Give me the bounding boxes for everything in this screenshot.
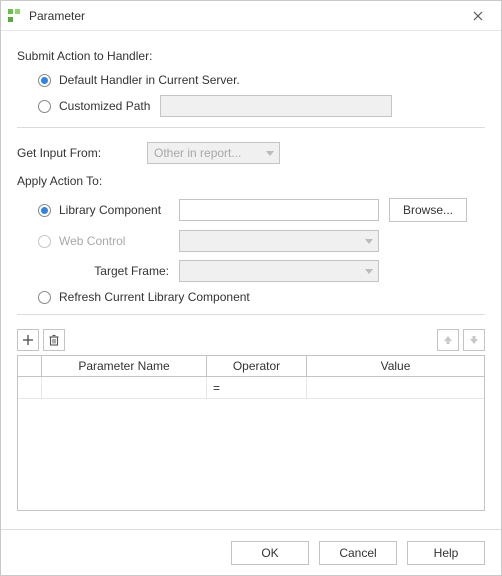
separator: [17, 314, 485, 315]
cell-operator[interactable]: =: [207, 377, 307, 398]
web-control-dropdown[interactable]: [179, 230, 379, 252]
library-component-label: Library Component: [59, 203, 179, 217]
get-input-from-value: Other in report...: [154, 146, 241, 160]
close-icon: [473, 11, 483, 21]
separator: [17, 127, 485, 128]
ok-button[interactable]: OK: [231, 541, 309, 565]
submit-section-label: Submit Action to Handler:: [17, 49, 485, 63]
dialog-button-bar: OK Cancel Help: [1, 529, 501, 575]
chevron-down-icon: [365, 239, 373, 244]
target-frame-row: Target Frame:: [38, 260, 485, 282]
web-control-option[interactable]: Web Control: [38, 230, 485, 252]
get-input-from-label: Get Input From:: [17, 146, 147, 160]
table-header: Parameter Name Operator Value: [17, 355, 485, 377]
row-gutter: [18, 377, 42, 398]
close-button[interactable]: [463, 4, 493, 28]
radio-icon: [38, 291, 51, 304]
target-frame-dropdown[interactable]: [179, 260, 379, 282]
customized-path-input[interactable]: [160, 95, 392, 117]
get-input-from-dropdown[interactable]: Other in report...: [147, 142, 280, 164]
arrow-down-icon: [468, 334, 480, 346]
radio-icon: [38, 235, 51, 248]
app-icon: [7, 8, 23, 24]
delete-row-button[interactable]: [43, 329, 65, 351]
parameter-table[interactable]: =: [17, 377, 485, 511]
move-up-button[interactable]: [437, 329, 459, 351]
add-row-button[interactable]: [17, 329, 39, 351]
apply-section-label: Apply Action To:: [17, 174, 485, 188]
default-handler-label: Default Handler in Current Server.: [59, 73, 240, 87]
radio-icon: [38, 74, 51, 87]
refresh-option[interactable]: Refresh Current Library Component: [38, 290, 485, 304]
target-frame-label: Target Frame:: [59, 264, 179, 278]
web-control-label: Web Control: [59, 234, 179, 248]
cancel-button[interactable]: Cancel: [319, 541, 397, 565]
default-handler-option[interactable]: Default Handler in Current Server.: [38, 73, 485, 87]
customized-path-option[interactable]: Customized Path: [38, 95, 485, 117]
table-toolbar: [17, 329, 485, 351]
col-parameter-name: Parameter Name: [42, 356, 207, 376]
radio-icon: [38, 204, 51, 217]
refresh-label: Refresh Current Library Component: [59, 290, 250, 304]
library-component-input[interactable]: [179, 199, 379, 221]
browse-button[interactable]: Browse...: [389, 198, 467, 222]
customized-path-label: Customized Path: [59, 99, 150, 113]
cell-name[interactable]: [42, 377, 207, 398]
help-button[interactable]: Help: [407, 541, 485, 565]
table-header-gutter: [18, 356, 42, 376]
table-row[interactable]: =: [18, 377, 484, 399]
trash-icon: [48, 334, 60, 346]
titlebar: Parameter: [1, 1, 501, 31]
col-operator: Operator: [207, 356, 307, 376]
plus-icon: [22, 334, 34, 346]
get-input-from-row: Get Input From: Other in report...: [17, 142, 485, 164]
dialog-content: Submit Action to Handler: Default Handle…: [1, 31, 501, 515]
arrow-up-icon: [442, 334, 454, 346]
radio-icon: [38, 100, 51, 113]
chevron-down-icon: [365, 269, 373, 274]
library-component-option[interactable]: Library Component Browse...: [38, 198, 485, 222]
cell-value[interactable]: [307, 377, 484, 398]
col-value: Value: [307, 356, 484, 376]
window-title: Parameter: [29, 9, 463, 23]
chevron-down-icon: [266, 151, 274, 156]
move-down-button[interactable]: [463, 329, 485, 351]
